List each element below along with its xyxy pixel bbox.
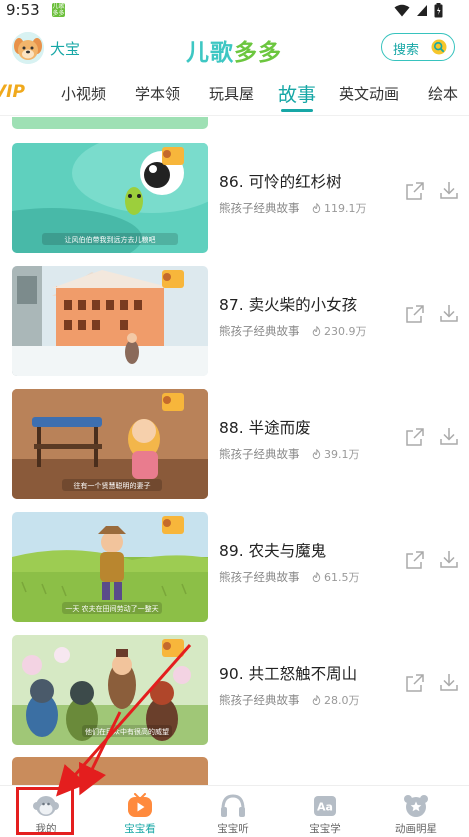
active-tab-indicator: [281, 109, 313, 112]
tab-toy-house[interactable]: 玩具屋: [209, 83, 254, 104]
dog-avatar-icon: [12, 32, 44, 64]
headphones-icon: [221, 794, 245, 817]
story-series: 熊孩子经典故事: [219, 447, 300, 461]
share-icon[interactable]: [405, 673, 425, 693]
flame-icon: [312, 326, 321, 336]
status-indicators: [394, 2, 443, 18]
play-count: 61.5万: [312, 569, 360, 585]
annotation-highlight-box: [16, 787, 74, 835]
share-icon[interactable]: [405, 550, 425, 570]
letters-aa-icon: Aa: [314, 796, 336, 816]
story-series: 熊孩子经典故事: [219, 570, 300, 584]
story-thumbnail[interactable]: 一天 农夫在田间劳动了一整天: [12, 512, 208, 622]
download-icon[interactable]: [439, 672, 459, 692]
story-title[interactable]: 89. 农夫与魔鬼: [219, 539, 326, 561]
nav-item-learn[interactable]: Aa 宝宝学: [279, 786, 371, 837]
flame-icon: [312, 572, 321, 582]
download-icon[interactable]: [439, 303, 459, 323]
svg-text:往有一个贤慧聪明的妻子: 往有一个贤慧聪明的妻子: [74, 481, 151, 490]
share-icon[interactable]: [405, 304, 425, 324]
search-label: 搜索: [393, 43, 420, 58]
nav-label: 宝宝看: [124, 823, 156, 835]
battery-icon: [434, 2, 443, 17]
play-count: 119.1万: [312, 200, 367, 216]
story-title[interactable]: 86. 可怜的红杉树: [219, 170, 342, 192]
app-logo: 儿歌多多: [186, 40, 282, 66]
svg-text:Aa: Aa: [317, 801, 333, 814]
nav-label: 宝宝听: [217, 823, 249, 835]
download-icon[interactable]: [439, 426, 459, 446]
list-item[interactable]: 往有一个贤慧聪明的妻子 88. 半途而废 熊孩子经典故事 39.1万: [0, 389, 469, 499]
category-tabs: VIP 小视频 学本领 玩具屋 故事 英文动画 绘本: [0, 72, 469, 116]
nav-label: 动画明星: [395, 823, 437, 835]
download-icon[interactable]: [439, 549, 459, 569]
flame-icon: [312, 203, 321, 213]
svg-text:让风伯伯带我到远方去儿粮吧: 让风伯伯带我到远方去儿粮吧: [65, 235, 156, 244]
user-avatar[interactable]: [12, 32, 44, 64]
list-item[interactable]: 让风伯伯带我到远方去儿粮吧 86. 可怜的红杉树 熊孩子经典故事 119.1万: [0, 143, 469, 253]
story-series: 熊孩子经典故事: [219, 693, 300, 707]
flame-icon: [312, 695, 321, 705]
play-count: 230.9万: [312, 323, 367, 339]
share-icon[interactable]: [405, 427, 425, 447]
list-item[interactable]: 87. 卖火柴的小女孩 熊孩子经典故事 230.9万: [0, 266, 469, 376]
nav-item-stars[interactable]: 动画明星: [370, 786, 462, 837]
nav-item-watch[interactable]: 宝宝看: [94, 786, 186, 837]
flame-icon: [312, 449, 321, 459]
partial-thumbnail[interactable]: [12, 757, 208, 785]
story-series: 熊孩子经典故事: [219, 201, 300, 215]
tab-stories[interactable]: 故事: [278, 80, 316, 107]
search-icon: [431, 39, 447, 55]
status-time: 9:53: [6, 1, 40, 19]
share-icon[interactable]: [405, 181, 425, 201]
story-thumbnail[interactable]: 让风伯伯带我到远方去儿粮吧: [12, 143, 208, 253]
story-title[interactable]: 88. 半途而废: [219, 416, 311, 438]
tab-learn-skills[interactable]: 学本领: [135, 83, 180, 104]
play-count: 28.0万: [312, 692, 360, 708]
download-icon[interactable]: [439, 180, 459, 200]
signal-icon: [417, 4, 427, 16]
story-thumbnail[interactable]: 他们在民众中有很高的威望: [12, 635, 208, 745]
search-button[interactable]: 搜索: [381, 33, 455, 61]
nav-item-listen[interactable]: 宝宝听: [187, 786, 279, 837]
notification-app-icon: 儿歌 多多: [52, 3, 65, 17]
list-item[interactable]: 他们在民众中有很高的威望 90. 共工怒触不周山 熊孩子经典故事 28.0万: [0, 635, 469, 745]
app-header: 大宝 儿歌多多 搜索: [0, 22, 469, 72]
story-title[interactable]: 90. 共工怒触不周山: [219, 662, 357, 684]
tab-short-video[interactable]: 小视频: [61, 83, 106, 104]
nav-label: 宝宝学: [309, 823, 341, 835]
tab-picture-books[interactable]: 绘本: [428, 83, 458, 104]
svg-text:一天 农夫在田间劳动了一整天: 一天 农夫在田间劳动了一整天: [65, 604, 158, 613]
wifi-icon: [394, 4, 410, 16]
story-list[interactable]: 让风伯伯带我到远方去儿粮吧 86. 可怜的红杉树 熊孩子经典故事 119.1万: [0, 117, 469, 785]
svg-text:他们在民众中有很高的威望: 他们在民众中有很高的威望: [85, 727, 169, 736]
story-series: 熊孩子经典故事: [219, 324, 300, 338]
list-item[interactable]: 一天 农夫在田间劳动了一整天 89. 农夫与魔鬼 熊孩子经典故事 61.5万: [0, 512, 469, 622]
tab-vip[interactable]: VIP: [0, 82, 25, 102]
story-thumbnail[interactable]: 往有一个贤慧聪明的妻子: [12, 389, 208, 499]
play-tv-icon: [128, 793, 152, 817]
status-bar: 9:53 儿歌 多多: [0, 0, 469, 22]
story-thumbnail[interactable]: [12, 266, 208, 376]
tab-english-animation[interactable]: 英文动画: [339, 83, 399, 104]
bear-star-icon: [404, 795, 428, 817]
play-count: 39.1万: [312, 446, 360, 462]
user-name[interactable]: 大宝: [50, 38, 80, 59]
partial-thumbnail[interactable]: [12, 117, 208, 129]
story-title[interactable]: 87. 卖火柴的小女孩: [219, 293, 357, 315]
